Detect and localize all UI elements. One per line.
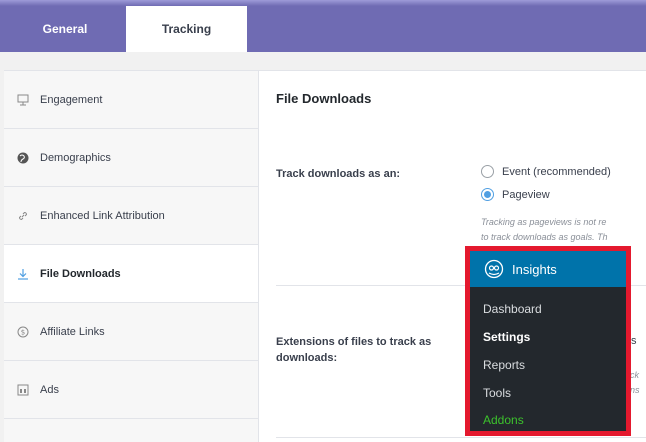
help-text-line-1: Tracking as pageviews is not re (481, 217, 607, 227)
extensions-label-line-1: Extensions of files to track as (276, 336, 432, 348)
menu-item-settings[interactable]: Settings (483, 330, 530, 344)
radio-label: Event (recommended) (502, 165, 611, 178)
section-divider (276, 437, 646, 438)
settings-tab-bar: General Tracking (0, 0, 646, 52)
extensions-help-partial-1: ck (630, 370, 639, 380)
dollar-circle-icon: $ (16, 325, 30, 339)
track-downloads-label: Track downloads as an: (276, 168, 401, 180)
presentation-icon (16, 93, 30, 107)
sidebar-item-demographics[interactable]: Demographics (4, 129, 258, 187)
radio-pageview-option[interactable]: Pageview (481, 188, 550, 201)
sidebar-item-label: Ads (40, 383, 59, 396)
sidebar-item-ads[interactable]: Ads (4, 361, 258, 419)
radio-button[interactable] (481, 165, 494, 178)
sidebar-item-enhanced-link-attribution[interactable]: Enhanced Link Attribution (4, 187, 258, 245)
settings-page: General Tracking Engagement Demographics… (0, 0, 646, 442)
insights-logo-icon (484, 259, 504, 279)
radio-button-selected[interactable] (481, 188, 494, 201)
sidebar-item-label: Enhanced Link Attribution (40, 209, 165, 222)
tracking-sidebar: Engagement Demographics Enhanced Link At… (4, 70, 259, 442)
menu-item-dashboard[interactable]: Dashboard (483, 302, 542, 316)
admin-submenu: Insights Dashboard Settings Reports Tool… (470, 251, 626, 431)
extensions-input-partial[interactable]: s (631, 335, 637, 347)
link-icon (16, 209, 30, 223)
svg-text:$: $ (21, 328, 25, 336)
menu-item-addons[interactable]: Addons (483, 413, 524, 427)
tab-tracking[interactable]: Tracking (126, 6, 247, 52)
sidebar-item-label: Engagement (40, 93, 103, 106)
extensions-help-partial-2: ns (630, 385, 640, 395)
sidebar-item-engagement[interactable]: Engagement (4, 71, 258, 129)
sidebar-item-label: File Downloads (40, 267, 121, 280)
sidebar-item-affiliate-links[interactable]: $ Affiliate Links (4, 303, 258, 361)
sidebar-item-label: Affiliate Links (40, 325, 105, 338)
help-text-line-2: to track downloads as goals. Th (481, 232, 608, 242)
radio-label: Pageview (502, 188, 550, 201)
ads-icon (16, 383, 30, 397)
tab-general[interactable]: General (4, 6, 126, 52)
menu-item-tools[interactable]: Tools (483, 386, 511, 400)
sidebar-item-file-downloads[interactable]: File Downloads (4, 245, 258, 303)
menu-insights-label: Insights (512, 261, 557, 277)
extensions-label-line-2: downloads: (276, 352, 338, 364)
radio-event-option[interactable]: Event (recommended) (481, 165, 611, 178)
download-icon (16, 267, 30, 281)
menu-item-reports[interactable]: Reports (483, 358, 525, 372)
panel-title: File Downloads (276, 91, 372, 106)
menu-insights[interactable]: Insights (470, 251, 626, 287)
globe-icon (16, 151, 30, 165)
admin-menu-highlight: Insights Dashboard Settings Reports Tool… (465, 246, 631, 436)
sidebar-item-label: Demographics (40, 151, 111, 164)
